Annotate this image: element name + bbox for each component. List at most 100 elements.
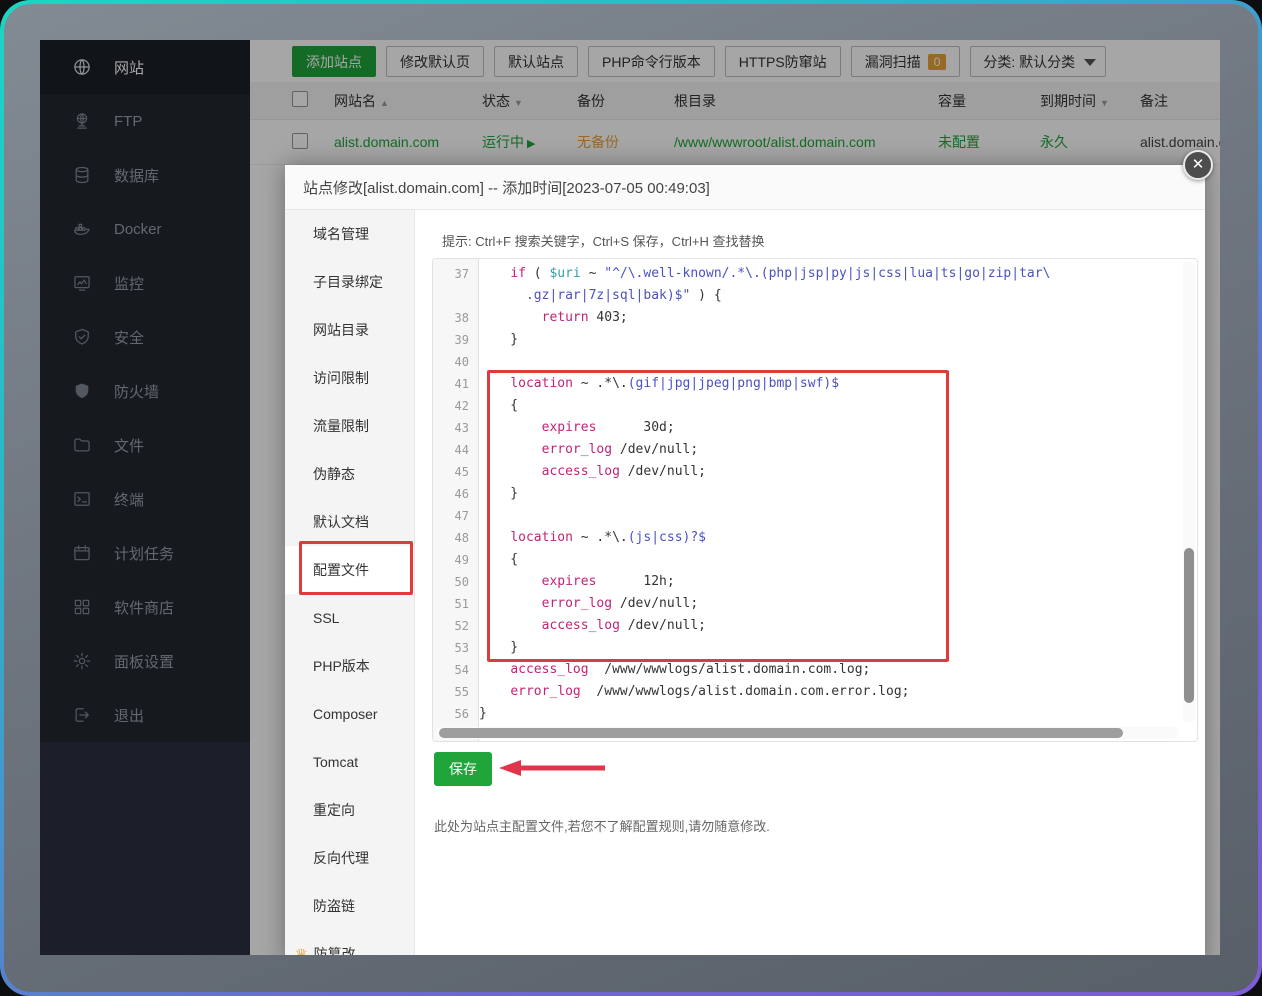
code-text[interactable]: } [479, 637, 1183, 659]
code-line: 42 { [433, 395, 1183, 417]
config-warning-note: 此处为站点主配置文件,若您不了解配置规则,请勿随意修改. [434, 816, 770, 835]
modal-menu-item-label: PHP版本 [313, 656, 370, 676]
code-text[interactable]: } [479, 703, 1183, 725]
code-line: 45 access_log /dev/null; [433, 461, 1183, 483]
crown-icon: ♛ [295, 946, 308, 956]
code-text[interactable]: .gz|rar|7z|sql|bak)$" ) { [479, 285, 1183, 307]
line-number: 48 [433, 527, 479, 549]
code-text[interactable]: } [479, 483, 1183, 505]
code-line: .gz|rar|7z|sql|bak)$" ) { [433, 285, 1183, 307]
modal-menu-item-6[interactable]: 默认文档 [285, 498, 414, 546]
modal-menu-item-14[interactable]: 防盗链 [285, 882, 414, 930]
line-number: 44 [433, 439, 479, 461]
code-line: 52 access_log /dev/null; [433, 615, 1183, 637]
code-line: 38 return 403; [433, 307, 1183, 329]
code-text[interactable]: return 403; [479, 307, 1183, 329]
code-text[interactable] [479, 351, 1183, 373]
modal-menu-item-15[interactable]: ♛ 防篡改 [285, 930, 414, 955]
hscroll-thumb[interactable] [439, 728, 1123, 738]
code-text[interactable]: access_log /dev/null; [479, 461, 1183, 483]
line-number: 54 [433, 659, 479, 681]
modal-menu-item-label: 配置文件 [313, 560, 369, 580]
code-text[interactable]: error_log /www/wwwlogs/alist.domain.com.… [479, 681, 1183, 703]
line-number: 53 [433, 637, 479, 659]
code-text[interactable]: location ~ .*\.(gif|jpg|jpeg|png|bmp|swf… [479, 373, 1183, 395]
site-settings-modal: 站点修改[alist.domain.com] -- 添加时间[2023-07-0… [285, 165, 1205, 955]
code-line: 50 expires 12h; [433, 571, 1183, 593]
modal-menu-item-label: 防盗链 [313, 896, 355, 916]
modal-menu-item-label: 子目录绑定 [313, 272, 383, 292]
modal-menu-item-5[interactable]: 伪静态 [285, 450, 414, 498]
line-number: 51 [433, 593, 479, 615]
modal-menu-item-label: Composer [313, 706, 378, 722]
code-text[interactable]: { [479, 395, 1183, 417]
modal-menu-item-label: 流量限制 [313, 416, 369, 436]
code-text[interactable]: { [479, 549, 1183, 571]
line-number: 42 [433, 395, 479, 417]
save-button[interactable]: 保存 [434, 752, 492, 786]
modal-menu: 域名管理子目录绑定网站目录访问限制流量限制伪静态默认文档配置文件 SSL PHP版本… [285, 210, 415, 955]
code-text[interactable]: if ( $uri ~ "^/\.well-known/.*\.(php|jsp… [479, 263, 1183, 285]
code-line: 51 error_log /dev/null; [433, 593, 1183, 615]
modal-menu-item-label: SSL [313, 610, 339, 626]
line-number: 39 [433, 329, 479, 351]
modal-menu-item-label: 域名管理 [313, 224, 369, 244]
close-icon[interactable] [1183, 150, 1213, 180]
line-number: 40 [433, 351, 479, 373]
annotation-arrow [497, 757, 607, 779]
code-line: 44 error_log /dev/null; [433, 439, 1183, 461]
code-line: 40 [433, 351, 1183, 373]
code-line: 39 } [433, 329, 1183, 351]
code-text[interactable]: access_log /www/wwwlogs/alist.domain.com… [479, 659, 1183, 681]
line-number: 45 [433, 461, 479, 483]
line-number: 46 [433, 483, 479, 505]
editor-vscrollbar[interactable] [1183, 261, 1195, 723]
code-text[interactable]: expires 12h; [479, 571, 1183, 593]
code-text[interactable]: access_log /dev/null; [479, 615, 1183, 637]
modal-menu-item-label: 反向代理 [313, 848, 369, 868]
editor-shortcut-hint: 提示: Ctrl+F 搜索关键字，Ctrl+S 保存，Ctrl+H 查找替换 [442, 231, 765, 250]
modal-menu-item-0[interactable]: 域名管理 [285, 210, 414, 258]
editor-hscrollbar[interactable] [435, 727, 1179, 739]
code-line: 46 } [433, 483, 1183, 505]
modal-menu-item-1[interactable]: 子目录绑定 [285, 258, 414, 306]
modal-menu-item-8[interactable]: SSL [285, 594, 414, 642]
line-number [433, 285, 479, 307]
modal-menu-item-label: 默认文档 [313, 512, 369, 532]
modal-menu-item-label: 访问限制 [313, 368, 369, 388]
line-number: 47 [433, 505, 479, 527]
modal-menu-item-11[interactable]: Tomcat [285, 738, 414, 786]
modal-menu-item-7[interactable]: 配置文件 [285, 546, 415, 594]
modal-menu-item-9[interactable]: PHP版本 [285, 642, 414, 690]
code-text[interactable]: error_log /dev/null; [479, 593, 1183, 615]
code-line: 48 location ~ .*\.(js|css)?$ [433, 527, 1183, 549]
code-text[interactable]: } [479, 329, 1183, 351]
editor-lines: 37 if ( $uri ~ "^/\.well-known/.*\.(php|… [433, 263, 1183, 725]
code-line: 53 } [433, 637, 1183, 659]
modal-menu-item-4[interactable]: 流量限制 [285, 402, 414, 450]
line-number: 56 [433, 703, 479, 725]
code-line: 43 expires 30d; [433, 417, 1183, 439]
code-line: 54 access_log /www/wwwlogs/alist.domain.… [433, 659, 1183, 681]
code-line: 41 location ~ .*\.(gif|jpg|jpeg|png|bmp|… [433, 373, 1183, 395]
modal-menu-item-label: Tomcat [313, 754, 358, 770]
modal-menu-item-label: 防篡改 [314, 944, 356, 955]
modal-menu-item-label: 重定向 [313, 800, 355, 820]
panel-screen: 网站FTP数据库Docker监控安全防火墙文件终端计划任务软件商店面板设置退出 … [40, 40, 1220, 955]
vscroll-thumb[interactable] [1184, 548, 1194, 703]
modal-menu-item-3[interactable]: 访问限制 [285, 354, 414, 402]
modal-title: 站点修改[alist.domain.com] -- 添加时间[2023-07-0… [285, 165, 1205, 210]
line-number: 52 [433, 615, 479, 637]
code-line: 49 { [433, 549, 1183, 571]
code-text[interactable]: location ~ .*\.(js|css)?$ [479, 527, 1183, 549]
config-code-editor[interactable]: 37 if ( $uri ~ "^/\.well-known/.*\.(php|… [432, 258, 1198, 742]
modal-menu-item-13[interactable]: 反向代理 [285, 834, 414, 882]
code-text[interactable]: expires 30d; [479, 417, 1183, 439]
modal-menu-item-2[interactable]: 网站目录 [285, 306, 414, 354]
code-text[interactable] [479, 505, 1183, 527]
code-text[interactable]: error_log /dev/null; [479, 439, 1183, 461]
line-number: 37 [433, 263, 479, 285]
modal-menu-item-12[interactable]: 重定向 [285, 786, 414, 834]
line-number: 43 [433, 417, 479, 439]
modal-menu-item-10[interactable]: Composer [285, 690, 414, 738]
